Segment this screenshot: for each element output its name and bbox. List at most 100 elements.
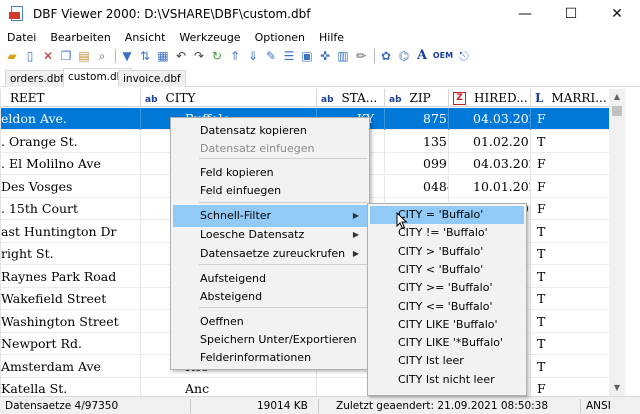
structure-icon[interactable]: ☰ [281,48,297,64]
street-cell[interactable]: Raynes Park Road [1,265,141,288]
close-button[interactable]: ✕ [594,0,640,28]
married-cell[interactable]: T [531,333,609,355]
column-header-state[interactable]: ab STA... [317,89,385,107]
redo-icon[interactable]: ↷ [191,48,207,64]
comment-icon[interactable]: ✎ [263,48,279,64]
status-bar: Datensaetze 4/97350 19014 KB Zuletzt gea… [0,396,640,414]
minimize-button[interactable]: — [502,0,548,28]
menu-werkzeuge[interactable]: Werkzeuge [172,31,247,44]
binocular-icon[interactable]: ⌬ [396,48,412,64]
hired-cell[interactable]: 10.01.2022 [449,175,531,198]
married-cell[interactable]: T [531,131,609,153]
copy-icon[interactable]: ❐ [58,48,74,64]
menu-hilfe[interactable]: Hilfe [312,31,351,44]
menu-datei[interactable]: Datei [0,31,43,44]
column-header-married[interactable]: L MARRI... [531,89,609,107]
vertical-scrollbar[interactable]: ▲ ▼ [609,89,625,396]
down-icon[interactable]: ⇓ [245,48,261,64]
plugin-icon[interactable]: ✜ [317,48,333,64]
quick-filter-item[interactable]: CITY Ist leer [370,352,524,370]
quick-filter-item[interactable]: CITY <= 'Buffalo' [370,298,524,316]
hired-cell[interactable]: 04.03.2020 [449,108,531,130]
exit-icon[interactable]: ⎋ [456,48,472,64]
married-cell[interactable]: T [531,356,609,378]
street-cell[interactable]: eldon Ave. [1,108,141,130]
oem-icon[interactable]: OEM [432,48,454,64]
settings-icon[interactable]: ✿ [378,48,394,64]
street-cell[interactable]: . 15th Court [1,198,141,220]
quick-filter-item[interactable]: CITY Ist nicht leer [370,371,524,389]
scroll-thumb[interactable] [612,106,622,116]
married-cell[interactable]: F [531,198,609,220]
context-menu-item[interactable]: Datensatz einfuegen [173,138,367,160]
open-icon[interactable]: ▰ [4,48,20,64]
street-cell[interactable]: ast Huntington Dr [1,220,141,243]
context-menu-item[interactable]: Datensaetze zureuckrufen ▶ [173,243,367,265]
menu-optionen[interactable]: Optionen [248,31,312,44]
tab-invoice[interactable]: invoice.dbf [118,70,186,87]
edit-icon[interactable]: ▦ [155,48,171,64]
street-cell[interactable]: right St. [1,243,141,265]
quick-filter-item[interactable]: CITY = 'Buffalo' [370,206,524,224]
tab-orders[interactable]: orders.dbf [5,70,69,87]
context-menu-item[interactable]: Felderinformationen [173,347,367,369]
up-icon[interactable]: ⇑ [227,48,243,64]
font-icon[interactable]: A [414,48,430,64]
file-size: 19014 KB [257,400,308,412]
sort-icon[interactable]: ⇅ [137,48,153,64]
street-cell[interactable]: . Orange St. [1,130,141,153]
menu-ansicht[interactable]: Ansicht [118,31,173,44]
context-menu-item[interactable]: Absteigend [173,286,367,308]
quick-filter-item[interactable]: CITY >= 'Buffalo' [370,279,524,297]
quick-filter-item[interactable]: CITY < 'Buffalo' [370,261,524,279]
married-cell[interactable]: F [531,176,609,198]
menu-bearbeiten[interactable]: Bearbeiten [43,31,117,44]
street-cell[interactable]: Newport Rd. [1,333,141,355]
refresh-icon[interactable]: ↻ [209,48,225,64]
street-cell[interactable]: Wakefield Street [1,288,141,310]
hired-cell[interactable]: 01.02.2017 [449,130,531,153]
quick-filter-item[interactable]: CITY > 'Buffalo' [370,243,524,261]
quick-filter-item[interactable]: CITY != 'Buffalo' [370,224,524,242]
undo-icon[interactable]: ↶ [173,48,189,64]
street-cell[interactable]: Katella St. [1,378,141,396]
column-header-city[interactable]: ab CITY [141,89,317,107]
scroll-up-arrow-icon[interactable]: ▲ [609,89,625,105]
married-cell[interactable]: T [531,243,609,265]
zip-cell[interactable]: 09910-... [385,153,449,175]
hired-cell[interactable]: 04.03.2021 [449,153,531,175]
street-cell[interactable]: Des Vosges [1,175,141,198]
street-cell[interactable]: Washington Street [1,310,141,333]
zip-cell[interactable]: 04843-... [385,175,449,198]
zip-cell[interactable]: 13555-... [385,130,449,153]
quick-filter-item[interactable]: CITY LIKE 'Buffalo' [370,316,524,334]
chart-icon[interactable]: ▥ [335,48,351,64]
column-header-zip[interactable]: ab ZIP [385,89,449,107]
zip-cell[interactable]: 87526-... [385,108,449,130]
filter-icon[interactable]: ▼ [119,48,135,64]
column-header-street[interactable]: REET [1,89,141,107]
married-cell[interactable]: T [531,311,609,333]
married-cell[interactable]: F [531,378,609,396]
street-cell[interactable]: Amsterdam Ave [1,355,141,378]
married-cell[interactable]: F [531,153,609,175]
quick-filter-item[interactable]: CITY LIKE '*Buffalo' [370,334,524,352]
married-cell[interactable]: F [531,108,609,130]
context-menu-item[interactable]: Feld einfuegen [173,180,367,202]
delete-icon[interactable]: ✕ [40,48,56,64]
street-cell[interactable]: . El Molilno Ave [1,153,141,175]
string-type-icon: ab [389,95,402,105]
new-icon[interactable]: ▯ [22,48,38,64]
married-cell[interactable]: T [531,266,609,288]
column-header-hired[interactable]: Z HIRED... [449,89,531,107]
save-icon[interactable]: ▣ [299,48,315,64]
city-cell[interactable]: Anc [141,378,317,396]
pencil-icon[interactable]: ✏ [353,48,369,64]
find-icon[interactable]: ⌕ [94,48,110,64]
married-cell[interactable]: T [531,221,609,243]
paste-icon[interactable]: ▤ [76,48,92,64]
married-cell[interactable]: T [531,288,609,310]
maximize-button[interactable]: ☐ [548,0,594,28]
scroll-down-arrow-icon[interactable]: ▼ [609,380,625,396]
string-type-icon: ab [145,95,158,105]
